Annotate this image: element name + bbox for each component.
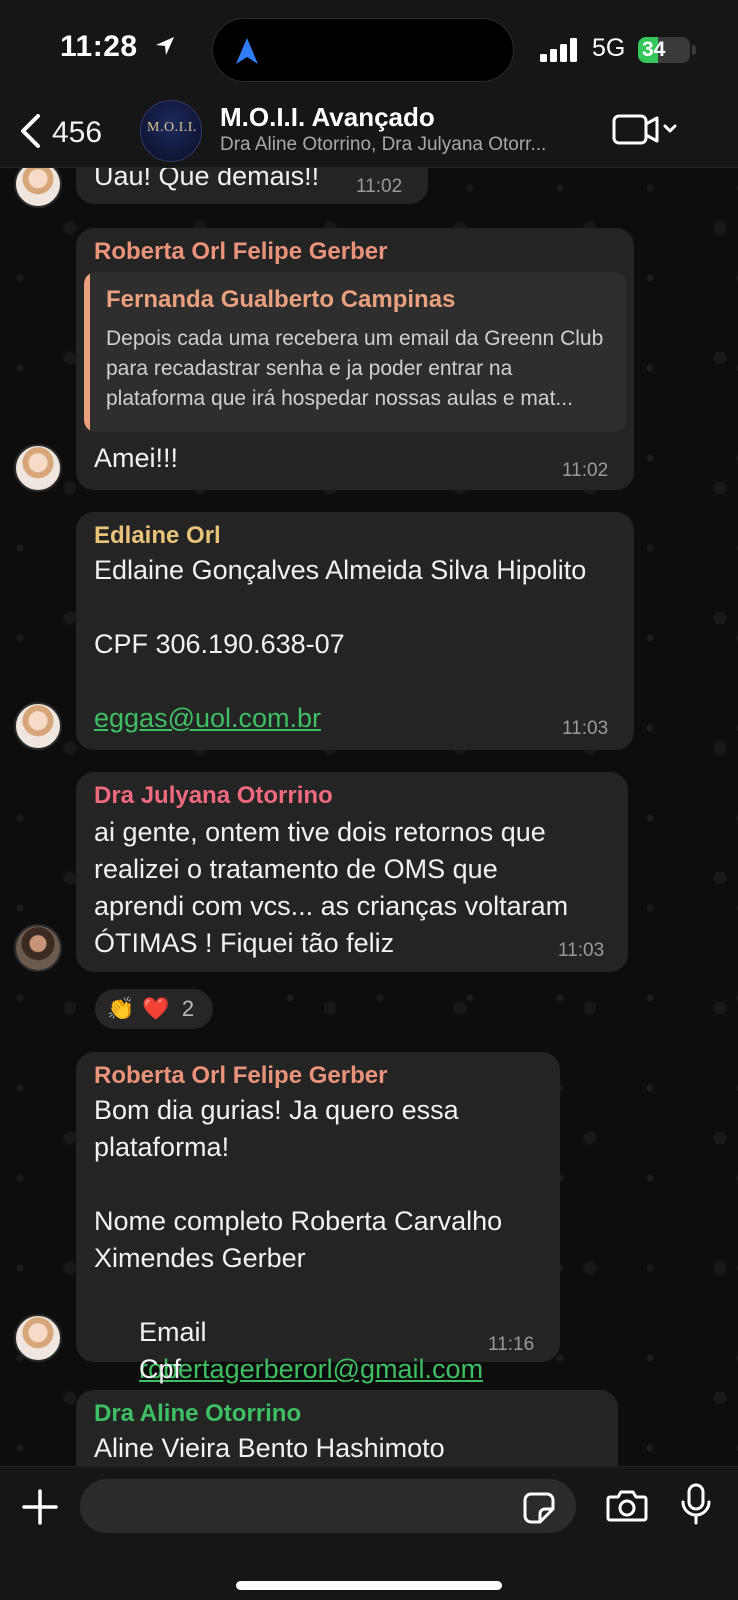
sender-avatar[interactable] [14, 1314, 62, 1362]
quote-bar [84, 272, 90, 432]
location-arrow-icon [154, 31, 176, 65]
navigation-icon [235, 37, 259, 70]
email-link[interactable]: eggas@uol.com.br [94, 700, 321, 737]
group-title[interactable]: M.O.I.I. Avançado [220, 102, 435, 133]
message-text: realizei o tratamento de OMS que [94, 854, 498, 884]
microphone-icon [681, 1483, 711, 1525]
message-sender[interactable]: Roberta Orl Felipe Gerber [94, 1062, 387, 1090]
sticker-button[interactable] [522, 1491, 556, 1530]
message-text: Ximendes Gerber [94, 1243, 306, 1273]
message-time: 11:16 [488, 1334, 535, 1355]
message-text: Amei!!! [94, 443, 179, 473]
video-call-button[interactable] [612, 110, 682, 155]
battery-level: 34 [642, 38, 666, 61]
message-reactions[interactable]: 👏 ❤️ 2 [92, 986, 216, 1032]
home-indicator[interactable] [236, 1581, 502, 1590]
sender-avatar[interactable] [14, 924, 62, 972]
message-text: Edlaine Gonçalves Almeida Silva Hipolito [94, 555, 587, 585]
sender-avatar[interactable] [14, 168, 62, 208]
back-button[interactable]: 456 [18, 108, 102, 158]
sender-avatar[interactable] [14, 702, 62, 750]
back-chevron-icon [18, 113, 42, 154]
message-input[interactable] [80, 1479, 576, 1533]
message-bubble[interactable]: Roberta Orl Felipe Gerber Fernanda Gualb… [76, 228, 634, 490]
message-sender[interactable]: Edlaine Orl [94, 522, 221, 550]
quoted-message[interactable]: Fernanda Gualberto Campinas Depois cada … [84, 272, 626, 432]
message-time: 11:02 [562, 460, 609, 481]
message-text: Aline Vieira Bento Hashimoto [94, 1433, 445, 1463]
quote-author: Fernanda Gualberto Campinas [106, 286, 456, 313]
message-sender[interactable]: Dra Julyana Otorrino [94, 782, 333, 810]
camera-button[interactable] [606, 1487, 648, 1528]
message-text: CPF 306.190.638-07 [94, 629, 345, 659]
status-bar: 11:28 5G 34 [0, 0, 738, 100]
reaction-count: 2 [181, 996, 195, 1021]
message-time: 11:03 [562, 718, 609, 739]
microphone-button[interactable] [680, 1483, 712, 1530]
quote-text: Depois cada uma recebera um email da Gre… [106, 327, 604, 410]
message-time: 11:03 [558, 940, 605, 961]
message-text: Nome completo Roberta Carvalho [94, 1206, 503, 1236]
message-text: ÓTIMAS ! Fiquei tão feliz [94, 928, 395, 958]
chat-header: 456 M.O.I.I. M.O.I.I. Avançado Dra Aline… [0, 100, 738, 168]
plus-icon [22, 1489, 58, 1525]
status-time-text: 11:28 [60, 30, 138, 63]
chat-area[interactable]: Uau! Que demais!! 11:02 Roberta Orl Feli… [0, 168, 738, 1466]
message-sender[interactable]: Roberta Orl Felipe Gerber [94, 238, 387, 266]
group-avatar[interactable]: M.O.I.I. [140, 100, 202, 162]
message-text: plataforma! [94, 1132, 230, 1162]
red-heart-emoji: ❤️ [142, 996, 170, 1021]
message-bubble[interactable]: Roberta Orl Felipe Gerber Bom dia gurias… [76, 1052, 560, 1421]
battery-nub [692, 45, 696, 55]
message-text: aprendi com vcs... as crianças voltaram [94, 891, 569, 921]
sender-avatar[interactable] [14, 444, 62, 492]
message-sender[interactable]: Dra Aline Otorrino [94, 1400, 301, 1428]
attach-button[interactable] [20, 1487, 60, 1532]
message-text: Bom dia gurias! Ja quero essa [94, 1095, 459, 1125]
network-type: 5G [592, 34, 626, 62]
group-avatar-text: M.O.I.I. [147, 120, 197, 135]
chevron-down-icon [663, 124, 677, 133]
message-bubble[interactable]: Uau! Que demais!! 11:02 [76, 168, 428, 204]
message-composer [0, 1466, 738, 1600]
message-bubble[interactable]: Edlaine Orl Edlaine Gonçalves Almeida Si… [76, 512, 634, 750]
signal-icon [540, 38, 580, 67]
status-time: 11:28 [60, 30, 176, 65]
message-text: Uau! Que demais!! [94, 168, 320, 191]
message-text: ai gente, ontem tive dois retornos que [94, 817, 546, 847]
battery-icon: 34 [638, 37, 696, 63]
video-call-icon [612, 114, 677, 145]
message-bubble[interactable]: Dra Julyana Otorrino ai gente, ontem tiv… [76, 772, 628, 972]
unread-count: 456 [52, 116, 103, 149]
clapping-hands-emoji: 👏 [107, 996, 135, 1021]
message-time: 11:02 [356, 176, 403, 197]
sticker-icon [523, 1492, 555, 1524]
cpf-label: Cpf [139, 1354, 182, 1384]
group-members[interactable]: Dra Aline Otorrino, Dra Julyana Otorr... [220, 134, 600, 156]
dynamic-island [212, 18, 514, 82]
message-bubble[interactable]: Dra Aline Otorrino Aline Vieira Bento Ha… [76, 1390, 618, 1466]
camera-icon [606, 1490, 648, 1522]
